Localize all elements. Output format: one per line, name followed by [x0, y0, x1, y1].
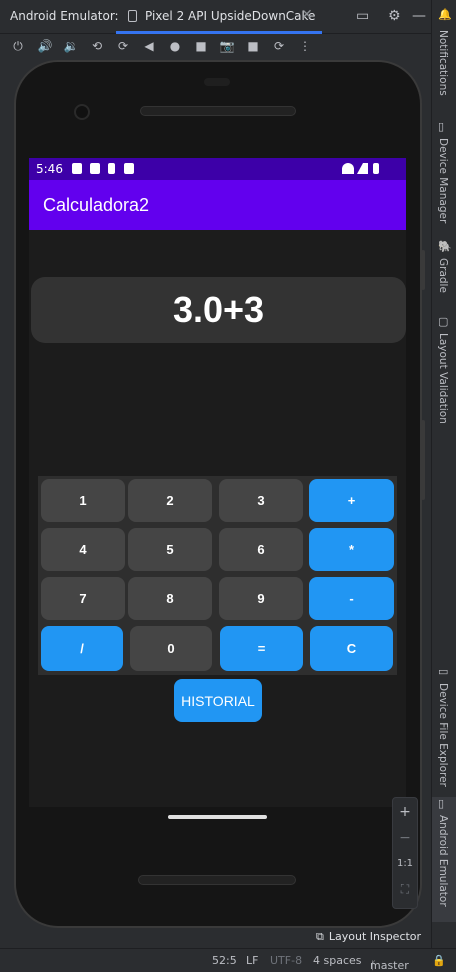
- rail-label: Gradle: [437, 258, 449, 293]
- rail-notifications[interactable]: Notifications 🔔: [432, 8, 456, 96]
- key-5[interactable]: 5: [128, 528, 212, 571]
- key-6[interactable]: 6: [219, 528, 303, 571]
- key-multiply[interactable]: *: [309, 528, 394, 571]
- back-icon[interactable]: ◀: [140, 37, 158, 55]
- key-clear[interactable]: C: [310, 626, 393, 671]
- minimize-icon[interactable]: —: [412, 8, 426, 24]
- key-minus[interactable]: -: [309, 577, 394, 620]
- volume-down-icon[interactable]: 🔉: [62, 37, 80, 55]
- key-equals[interactable]: =: [220, 626, 303, 671]
- device-manager-icon: ▯: [438, 120, 445, 133]
- power-side-button[interactable]: [421, 250, 425, 290]
- app-bar: Calculadora2: [29, 180, 406, 230]
- right-tool-rail: Notifications 🔔 ▯ Device Manager 🐘 Gradl…: [431, 0, 456, 948]
- calculator-display: 3.0+3: [31, 277, 406, 343]
- layout-validation-icon: ▢: [438, 315, 449, 328]
- key-4[interactable]: 4: [41, 528, 125, 571]
- android-status-bar: 5:46: [29, 158, 406, 180]
- restore-window-icon[interactable]: ▭: [356, 8, 369, 24]
- key-8[interactable]: 8: [128, 577, 212, 620]
- line-separator[interactable]: LF: [246, 954, 258, 967]
- emulator-toolbar: ⏻ 🔊 🔉 ⟲ ⟳ ◀ ● ■ 📷 ■ ⟳ ⋮: [0, 34, 432, 58]
- rail-device-file-explorer[interactable]: ▭ Device File Explorer: [432, 665, 456, 787]
- branch-name: master: [370, 959, 409, 972]
- status-time: 5:46: [36, 162, 63, 176]
- rail-label: Device Manager: [437, 138, 449, 224]
- more-icon[interactable]: ⋮: [296, 37, 314, 55]
- gradle-icon: 🐘: [438, 240, 452, 253]
- key-7[interactable]: 7: [41, 577, 125, 620]
- bell-icon: 🔔: [438, 8, 452, 21]
- device-icon: [128, 10, 137, 22]
- battery-icon: [373, 163, 379, 174]
- zoom-out-icon[interactable]: −: [393, 830, 417, 846]
- tab-label: Pixel 2 API UpsideDownCake: [145, 9, 316, 23]
- data-saver-icon: [108, 163, 115, 174]
- shield-icon: [90, 163, 100, 174]
- ide-titlebar: Android Emulator: Pixel 2 API UpsideDown…: [0, 0, 432, 34]
- screen-record-icon[interactable]: ■: [244, 37, 262, 55]
- key-plus[interactable]: +: [309, 479, 394, 522]
- snapshot-icon[interactable]: ⟳: [270, 37, 288, 55]
- rail-device-manager[interactable]: ▯ Device Manager: [432, 120, 456, 225]
- notification-a-icon: [72, 163, 82, 174]
- file-explorer-icon: ▭: [438, 665, 449, 678]
- lock-icon[interactable]: 🔒: [432, 954, 446, 967]
- top-speaker-grille: [140, 106, 296, 116]
- key-divide[interactable]: /: [41, 626, 123, 671]
- rail-label: Layout Validation: [437, 333, 449, 424]
- emulator-window-title: Android Emulator:: [10, 9, 119, 23]
- tab-pixel-2[interactable]: Pixel 2 API UpsideDownCake ✕: [116, 0, 322, 34]
- rail-label: Android Emulator: [437, 815, 449, 907]
- settings-icon[interactable]: ⚙: [388, 8, 401, 24]
- historial-button[interactable]: HISTORIAL: [174, 679, 262, 722]
- rail-label: Notifications: [437, 30, 449, 96]
- indent-setting[interactable]: 4 spaces: [313, 954, 362, 967]
- power-icon[interactable]: ⏻: [9, 37, 27, 55]
- signal-icon: [357, 163, 368, 174]
- rotate-left-icon[interactable]: ⟲: [88, 37, 106, 55]
- rail-label: Device File Explorer: [437, 683, 449, 787]
- home-icon[interactable]: ●: [166, 37, 184, 55]
- volume-up-icon[interactable]: 🔊: [36, 37, 54, 55]
- key-0[interactable]: 0: [130, 626, 212, 671]
- zoom-in-icon[interactable]: +: [393, 804, 417, 820]
- close-tab-icon[interactable]: ✕: [301, 7, 313, 23]
- key-1[interactable]: 1: [41, 479, 125, 522]
- zoom-panel: + − 1:1 ⛶: [392, 797, 418, 909]
- rail-gradle[interactable]: 🐘 Gradle: [432, 240, 456, 298]
- bottom-speaker-grille: [138, 875, 296, 885]
- actual-size-button[interactable]: 1:1: [393, 858, 417, 869]
- key-3[interactable]: 3: [219, 479, 303, 522]
- layout-inspector-icon: ⧉: [316, 930, 324, 943]
- layout-inspector-label: Layout Inspector: [328, 930, 422, 943]
- volume-side-button[interactable]: [421, 420, 425, 500]
- rotate-right-icon[interactable]: ⟳: [114, 37, 132, 55]
- sd-card-icon: [124, 163, 134, 174]
- rail-layout-validation[interactable]: ▢ Layout Validation: [432, 315, 456, 425]
- key-2[interactable]: 2: [128, 479, 212, 522]
- app-title: Calculadora2: [43, 195, 150, 215]
- rail-android-emulator[interactable]: ▯ Android Emulator: [432, 797, 456, 922]
- gesture-nav-pill[interactable]: [168, 815, 267, 819]
- overview-icon[interactable]: ■: [192, 37, 210, 55]
- keypad: 1 2 3 + 4 5 6 * 7 8 9 - / 0 = C: [38, 476, 397, 675]
- emulator-icon: ▯: [438, 797, 445, 810]
- front-camera: [74, 104, 90, 120]
- screenshot-icon[interactable]: 📷: [218, 37, 236, 55]
- fit-screen-icon[interactable]: ⛶: [393, 882, 417, 897]
- display-expression: 3.0+3: [172, 289, 265, 330]
- layout-inspector-button[interactable]: ⧉ Layout Inspector: [316, 930, 421, 944]
- device-screen[interactable]: 5:46 Calculadora2 3.0+3 1 2 3 + 4 5 6 * …: [29, 158, 406, 807]
- file-encoding[interactable]: UTF-8: [270, 954, 302, 967]
- wifi-icon: [342, 163, 354, 174]
- caret-position[interactable]: 52:5: [212, 954, 237, 967]
- ide-statusbar: 52:5 LF UTF-8 4 spaces ᚴ master 🔒: [0, 948, 456, 972]
- earpiece: [204, 78, 230, 86]
- key-9[interactable]: 9: [219, 577, 303, 620]
